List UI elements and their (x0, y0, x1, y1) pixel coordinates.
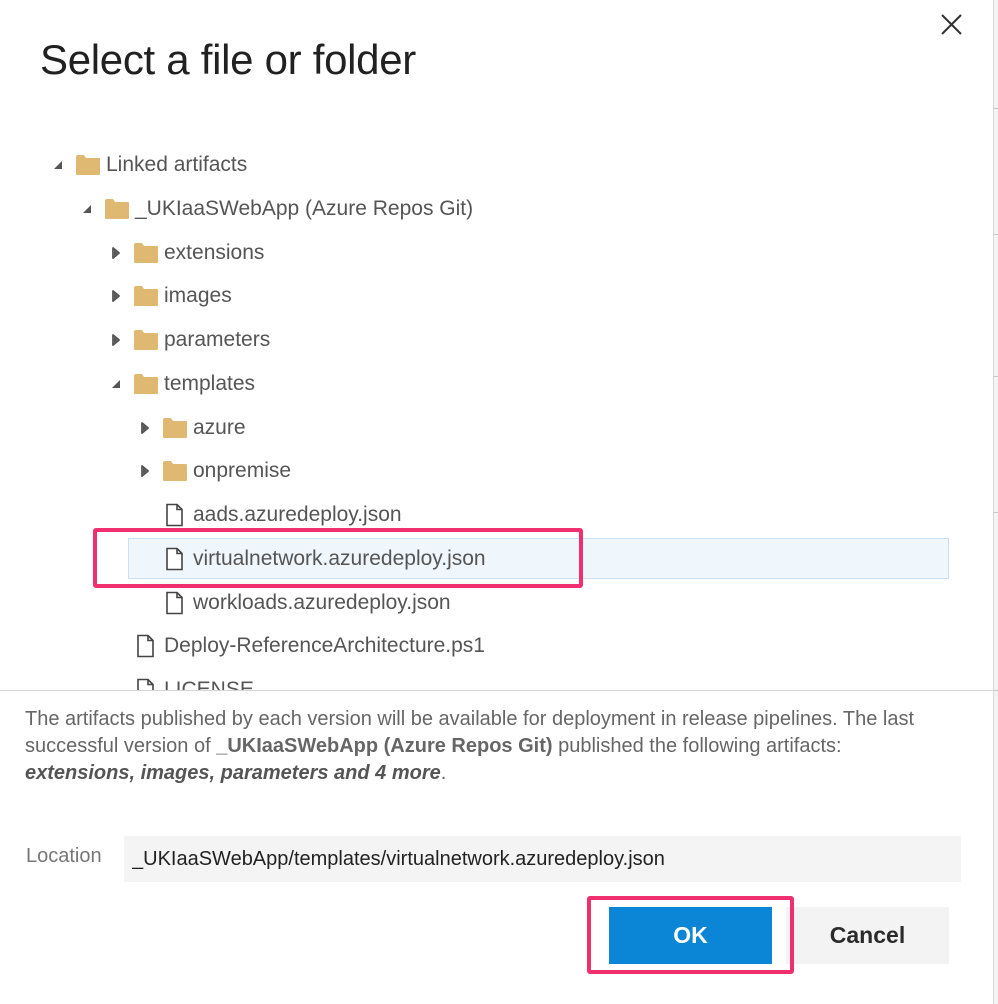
caret-down-icon[interactable] (52, 158, 64, 172)
caret-right-icon[interactable] (110, 289, 122, 303)
tree-item-label: Linked artifacts (106, 153, 248, 176)
tree-item[interactable]: extensions (0, 231, 994, 275)
tree-item-label: images (164, 284, 232, 308)
folder-icon (162, 416, 188, 440)
close-button[interactable] (932, 6, 970, 44)
edge-divider (994, 376, 998, 377)
tree-item[interactable]: parameters (0, 318, 994, 362)
caret-right-icon[interactable] (110, 246, 122, 260)
folder-icon (162, 459, 188, 483)
tree-item[interactable]: Deploy-ReferenceArchitecture.ps1 (0, 624, 994, 668)
caret-down-icon[interactable] (81, 202, 93, 216)
tree-item-label: _UKIaaSWebApp (Azure Repos Git) (135, 196, 474, 220)
info-artifact-list: extensions, images, parameters and 4 mor… (25, 762, 441, 784)
edge-divider (994, 234, 998, 235)
tree-item[interactable]: templates (0, 362, 994, 406)
file-tree[interactable]: Linked artifacts _UKIaaSWebApp (Azure Rep… (0, 140, 994, 690)
folder-icon (133, 284, 159, 308)
tree-divider (0, 690, 994, 691)
tree-item-label: azure (193, 415, 246, 439)
tree-item[interactable]: _UKIaaSWebApp (Azure Repos Git) (0, 187, 994, 231)
folder-icon (133, 241, 159, 265)
folder-icon (133, 372, 159, 396)
folder-icon (75, 153, 101, 177)
caret-right-icon[interactable] (139, 464, 151, 478)
folder-icon (104, 197, 130, 221)
dialog-title: Select a file or folder (40, 36, 416, 83)
file-icon (162, 547, 188, 571)
tree-item-label: workloads.azuredeploy.json (193, 590, 451, 614)
tree-item[interactable]: azure (0, 406, 994, 450)
close-icon (941, 14, 962, 35)
tree-item-label: aads.azuredeploy.json (193, 503, 402, 526)
caret-down-icon[interactable] (110, 377, 122, 391)
info-text: published the following artifacts: (552, 735, 842, 757)
folder-icon (133, 328, 159, 352)
tree-item-label: extensions (164, 240, 265, 264)
cancel-button[interactable]: Cancel (786, 907, 949, 964)
tree-item[interactable]: aads.azuredeploy.json (0, 493, 994, 537)
info-repo-name: _UKIaaSWebApp (Azure Repos Git) (216, 735, 553, 757)
tree-item[interactable]: images (0, 274, 994, 318)
tree-item[interactable]: Linked artifacts (0, 143, 994, 187)
tree-item-label: Deploy-ReferenceArchitecture.ps1 (164, 634, 485, 658)
tree-item-label: virtualnetwork.azuredeploy.json (193, 546, 486, 570)
tree-item-label: parameters (164, 328, 271, 351)
tree-item[interactable]: workloads.azuredeploy.json (0, 581, 994, 625)
tree-item[interactable]: onpremise (0, 449, 994, 493)
tree-item-label: LICENSE (164, 678, 254, 690)
artifacts-info-text: The artifacts published by each version … (25, 706, 955, 787)
file-icon (133, 634, 159, 658)
tree-item-label: onpremise (193, 459, 292, 483)
location-label: Location (26, 845, 102, 867)
ok-button[interactable]: OK (609, 907, 772, 964)
edge-divider (994, 512, 998, 513)
tree-item[interactable]: LICENSE (0, 668, 994, 690)
file-icon (162, 591, 188, 615)
edge-divider (994, 690, 998, 691)
info-text: . (440, 762, 447, 784)
tree-item-label: templates (164, 371, 256, 395)
file-icon (133, 678, 159, 690)
file-icon (162, 503, 188, 527)
caret-right-icon[interactable] (139, 421, 151, 435)
location-input[interactable] (124, 836, 961, 882)
edge-divider (994, 108, 998, 109)
tree-item[interactable]: virtualnetwork.azuredeploy.json (0, 537, 994, 581)
caret-right-icon[interactable] (110, 333, 122, 347)
